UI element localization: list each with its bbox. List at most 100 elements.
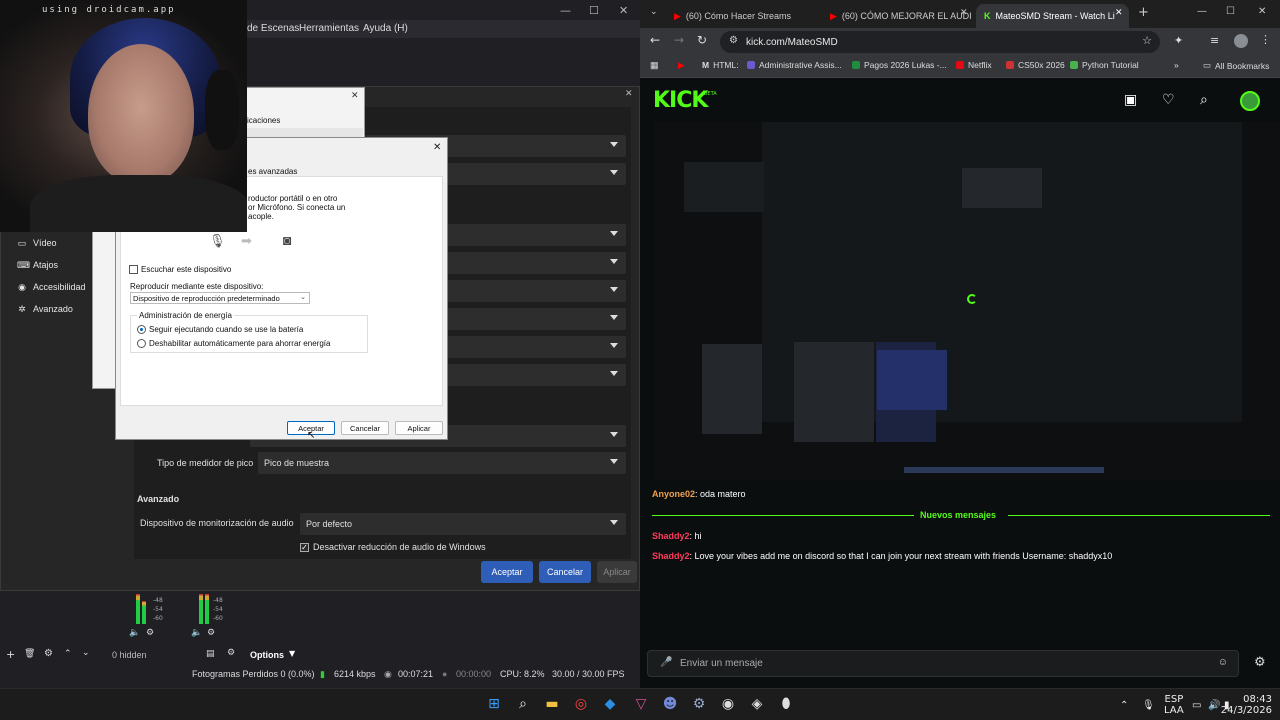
bookmark-python[interactable]: Python Tutorial (1070, 60, 1139, 70)
tab-search-icon[interactable]: ⌄ (650, 7, 658, 17)
layout-icon[interactable]: ▤ (206, 649, 215, 659)
radio-keep-running[interactable] (137, 325, 146, 334)
bookmark-admin[interactable]: Administrative Assis... (747, 60, 842, 70)
more-bookmarks-icon[interactable]: » (1174, 60, 1179, 70)
speaker-icon[interactable]: 🔈 (129, 628, 140, 638)
dialog-cancel-button[interactable]: Cancelar (341, 421, 389, 435)
menu-tools[interactable]: Herramientas (299, 23, 359, 34)
monitor-device-dropdown[interactable]: Por defecto (300, 513, 626, 535)
chat-username[interactable]: Shaddy2 (652, 531, 690, 541)
bookmark-pagos[interactable]: Pagos 2026 Lukas -... (852, 60, 947, 70)
chrome-icon[interactable]: ◎ (570, 693, 592, 715)
close-icon[interactable]: ✕ (351, 91, 359, 101)
clips-icon[interactable]: ▣ (1124, 92, 1137, 108)
all-bookmarks[interactable]: ▭ All Bookmarks (1203, 60, 1269, 71)
back-icon[interactable]: ← (650, 33, 660, 47)
cancel-button[interactable]: Cancelar (539, 561, 591, 583)
bookmark-star-icon[interactable]: ☆ (1142, 34, 1152, 47)
clock[interactable]: 08:43 24/3/2026 (1221, 689, 1272, 720)
close-tab-icon[interactable]: ✕ (960, 8, 968, 18)
chat-username[interactable]: Shaddy2 (652, 551, 690, 561)
maximize-icon[interactable]: ☐ (589, 4, 599, 17)
search-icon[interactable]: ⌕ (512, 693, 534, 715)
chat-message: Anyone02: oda matero (652, 489, 746, 499)
listen-checkbox[interactable] (129, 265, 138, 274)
minimize-icon[interactable]: — (1197, 6, 1207, 17)
user-avatar[interactable] (1240, 91, 1260, 111)
chevron-down-icon (610, 259, 618, 264)
emoji-icon[interactable]: ☺ (1218, 657, 1228, 668)
gear-icon[interactable]: ⚙ (146, 628, 154, 638)
radio-disable-save-power[interactable] (137, 339, 146, 348)
gear-icon[interactable]: ⚙ (44, 648, 53, 659)
options-button[interactable]: Options (250, 650, 284, 660)
minimize-icon[interactable]: — (560, 4, 571, 17)
droidcam-icon[interactable]: ⬮ (775, 693, 797, 715)
search-icon[interactable]: ⌕ (1200, 92, 1208, 108)
new-tab-icon[interactable]: + (1138, 5, 1149, 20)
tab-youtube-2[interactable]: ▶ (60) CÓMO MEJORAR EL AUDI (822, 4, 972, 28)
chevron-down-icon[interactable]: ⌄ (82, 648, 90, 658)
close-icon[interactable]: ✕ (1258, 6, 1266, 17)
chevron-up-icon[interactable]: ⌃ (64, 649, 72, 659)
extensions-icon[interactable]: ✦ (1174, 34, 1183, 47)
add-icon[interactable]: + (6, 648, 15, 661)
apply-button[interactable]: Aplicar (597, 561, 637, 583)
tab-fragment[interactable]: icaciones (247, 116, 280, 125)
gear-icon[interactable]: ⚙ (207, 628, 215, 638)
address-bar[interactable]: ⚙ kick.com/MateoSMD ☆ (720, 31, 1160, 53)
forward-icon[interactable]: → (674, 33, 684, 47)
dialog-apply-button[interactable]: Aplicar (395, 421, 443, 435)
peak-meter-dropdown[interactable]: Pico de muestra (258, 452, 626, 474)
network-icon[interactable]: ▭ (1192, 689, 1201, 720)
bookmark-cs50[interactable]: CS50x 2026 (1006, 60, 1065, 70)
bookmark-html[interactable]: M HTML: (702, 60, 739, 70)
discord-icon[interactable]: ☻ (659, 693, 681, 715)
volume-icon[interactable]: 🔊 (1208, 689, 1220, 720)
playback-select[interactable]: Dispositivo de reproducción predetermina… (130, 292, 310, 304)
profile-avatar[interactable] (1234, 34, 1248, 48)
vscode-icon[interactable]: ◆ (599, 693, 621, 715)
menu-icon[interactable]: ⋮ (1260, 33, 1271, 46)
language-indicator[interactable]: ESP LAA (1164, 689, 1184, 720)
trash-icon[interactable]: 🗑 (24, 649, 35, 659)
chat-input[interactable]: 🎤 Enviar un mensaje ☺ (647, 650, 1239, 677)
file-explorer-icon[interactable]: ▬ (541, 693, 563, 715)
stream-video[interactable] (654, 122, 1280, 480)
site-info-icon[interactable]: ⚙ (729, 35, 738, 46)
ducking-checkbox[interactable]: ✓ (300, 543, 309, 552)
reload-icon[interactable]: ↻ (697, 33, 707, 47)
bookmark-youtube[interactable]: ▶ (678, 60, 685, 71)
start-icon[interactable]: ⊞ (483, 693, 505, 715)
ok-button[interactable]: Aceptar (481, 561, 533, 583)
close-icon[interactable]: ✕ (433, 142, 441, 153)
close-icon[interactable]: ✕ (619, 4, 628, 17)
app-icon[interactable]: ▽ (630, 693, 652, 715)
tab-advanced-fragment[interactable]: es avanzadas (248, 167, 297, 176)
chat-text: oda matero (700, 489, 746, 499)
menu-help[interactable]: Ayuda (H) (363, 23, 408, 34)
bookmark-netflix[interactable]: Netflix (956, 60, 992, 70)
tab-youtube-1[interactable]: ▶ (60) Cómo Hacer Streams (666, 4, 818, 28)
chevron-down-icon (610, 432, 618, 437)
power-group: Administración de energía Seguir ejecuta… (130, 311, 368, 353)
tray-overflow-icon[interactable]: ⌃ (1120, 689, 1128, 720)
app-icon[interactable]: ◈ (746, 693, 768, 715)
close-tab-icon[interactable]: ✕ (1115, 8, 1123, 18)
obs-icon[interactable]: ◉ (717, 693, 739, 715)
media-icon[interactable]: ≡ (1210, 34, 1219, 47)
heart-icon[interactable]: ♡ (1162, 92, 1175, 108)
speaker-icon[interactable]: 🔈 (191, 628, 202, 638)
tab-kick[interactable]: K MateoSMD Stream - Watch Li (976, 4, 1129, 28)
settings-icon[interactable]: ⚙ (227, 648, 235, 658)
chat-username[interactable]: Anyone02 (652, 489, 695, 499)
apps-icon[interactable]: ▦ (650, 60, 659, 71)
mic-icon[interactable]: 🎙 (1142, 689, 1155, 720)
menu-scenes[interactable]: de Escenas (247, 23, 299, 34)
kick-logo[interactable]: KICK (653, 88, 708, 113)
mic-icon[interactable]: 🎤 (660, 657, 672, 668)
steam-icon[interactable]: ⚙ (688, 693, 710, 715)
chat-settings-icon[interactable]: ⚙ (1254, 655, 1266, 670)
settings-close-icon[interactable]: ✕ (625, 89, 633, 99)
maximize-icon[interactable]: ☐ (1226, 6, 1235, 17)
